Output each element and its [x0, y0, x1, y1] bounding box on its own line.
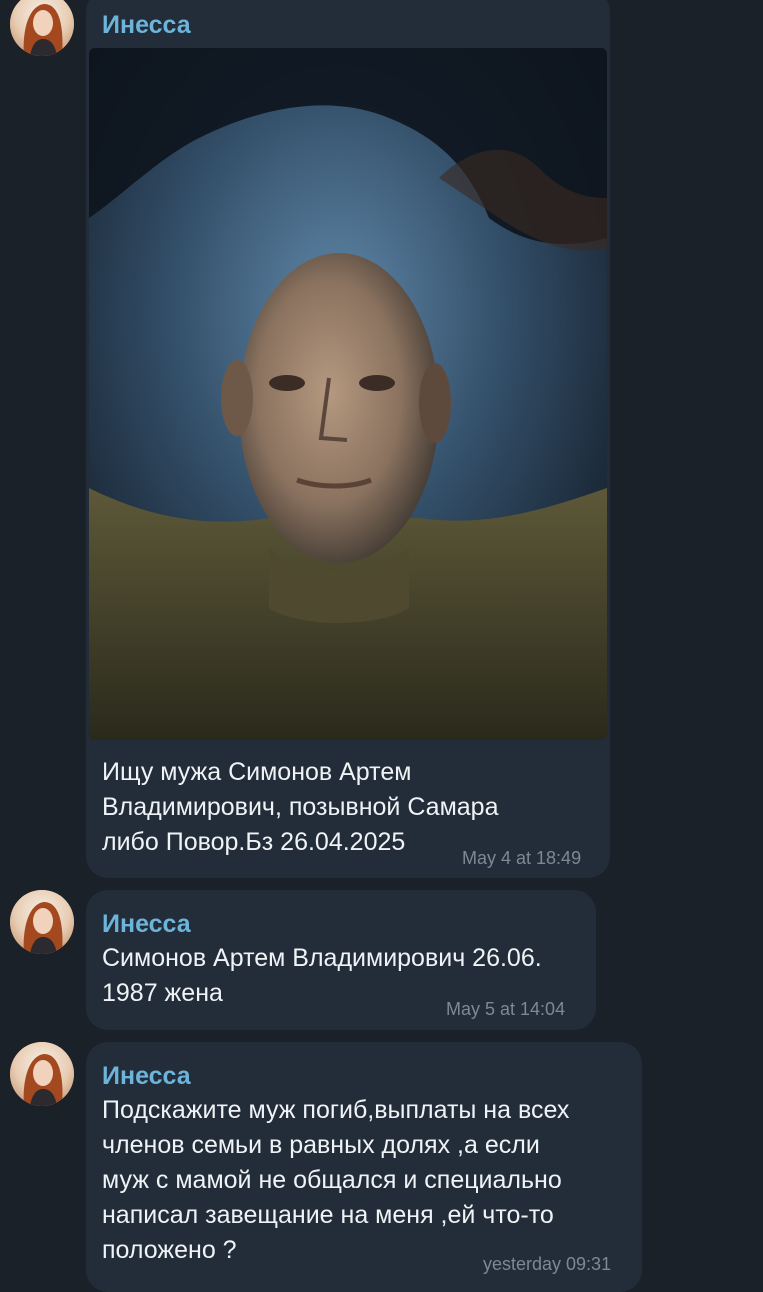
sender-name[interactable]: Инесса — [102, 1062, 191, 1091]
message-bubble: Инесса Подскажите муж погиб,выплаты на в… — [86, 1042, 642, 1292]
message-bubble: Инесса Симонов Артем Владимирович 26.06.… — [86, 890, 596, 1030]
message-photo[interactable] — [89, 48, 607, 740]
message-text: Ищу мужа Симонов Артем Владимирович, поз… — [102, 758, 499, 856]
photo-image — [89, 48, 607, 740]
sender-avatar[interactable] — [10, 1042, 74, 1106]
message-timestamp: May 4 at 18:49 — [462, 848, 582, 868]
message-timestamp: yesterday 09:31 — [483, 1254, 612, 1274]
sender-name[interactable]: Инесса — [102, 910, 191, 939]
sender-name[interactable]: Инесса — [102, 11, 191, 40]
message-text: Подскажите муж погиб,выплаты на всех чле… — [102, 1096, 570, 1264]
message-bubble: Инесса Ищу мужа Симонов Артем Владимиров… — [86, 0, 610, 878]
message-timestamp: May 5 at 14:04 — [446, 999, 566, 1019]
sender-avatar[interactable] — [10, 0, 74, 56]
sender-avatar[interactable] — [10, 890, 74, 954]
